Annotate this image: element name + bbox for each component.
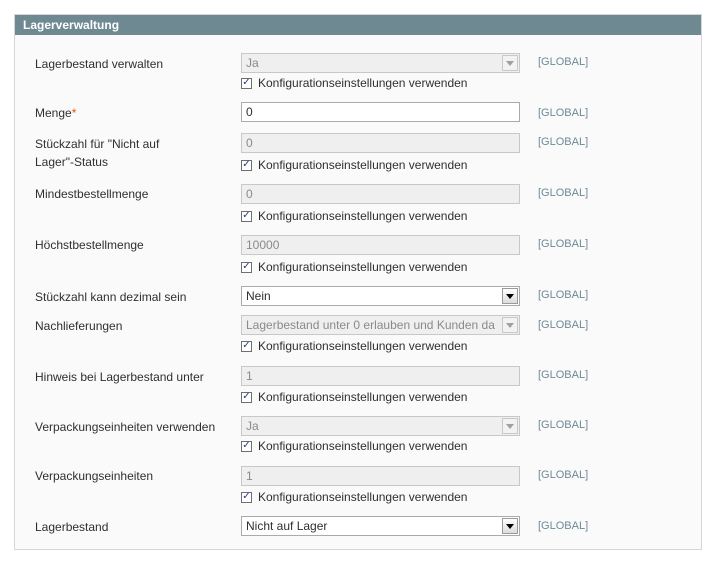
qty-label: Menge*	[35, 104, 225, 122]
qty-decimal-value: Nein	[246, 289, 271, 303]
use-config-label: Konfigurationseinstellungen verwenden	[258, 390, 468, 404]
min-sale-qty-scope: [GLOBAL]	[538, 187, 589, 199]
use-config-label: Konfigurationseinstellungen verwenden	[258, 490, 468, 504]
manage-stock-label: Lagerbestand verwalten	[35, 57, 164, 71]
manage-stock-value: Ja	[246, 56, 259, 70]
min-sale-qty-input[interactable]: 0	[241, 184, 520, 204]
backorders-use-config[interactable]: ✓ Konfigurationseinstellungen verwenden	[241, 339, 467, 353]
checkbox-checked-icon[interactable]: ✓	[241, 261, 252, 273]
notify-stock-qty-value: 1	[246, 369, 253, 383]
stock-status-scope: [GLOBAL]	[538, 520, 589, 532]
qty-increments-value: 1	[246, 469, 253, 483]
min-sale-qty-label: Mindestbestellmenge	[35, 187, 149, 201]
use-config-label: Konfigurationseinstellungen verwenden	[258, 339, 468, 353]
notify-stock-qty-use-config[interactable]: ✓ Konfigurationseinstellungen verwenden	[241, 390, 467, 404]
backorders-label: Nachlieferungen	[35, 319, 123, 333]
min-sale-qty-value: 0	[246, 187, 253, 201]
backorders-value: Lagerbestand unter 0 erlauben und Kunden…	[246, 318, 495, 332]
chevron-down-icon	[502, 518, 518, 534]
notify-stock-qty-scope: [GLOBAL]	[538, 369, 589, 381]
qty-input[interactable]: 0	[241, 102, 520, 122]
max-sale-qty-input[interactable]: 10000	[241, 235, 520, 255]
backorders-select[interactable]: Lagerbestand unter 0 erlauben und Kunden…	[241, 315, 520, 335]
notify-stock-qty-label: Hinweis bei Lagerbestand unter	[35, 370, 204, 384]
checkbox-checked-icon[interactable]: ✓	[241, 491, 252, 503]
backorders-scope: [GLOBAL]	[538, 319, 589, 331]
checkbox-checked-icon[interactable]: ✓	[241, 77, 252, 89]
out-of-stock-threshold-label: Stückzahl für "Nicht auf Lager"-Status	[35, 137, 160, 169]
enable-qty-increments-value: Ja	[246, 419, 259, 433]
use-config-label: Konfigurationseinstellungen verwenden	[258, 158, 468, 172]
use-config-label: Konfigurationseinstellungen verwenden	[258, 439, 468, 453]
max-sale-qty-scope: [GLOBAL]	[538, 238, 589, 250]
stock-status-value: Nicht auf Lager	[246, 519, 328, 533]
use-config-label: Konfigurationseinstellungen verwenden	[258, 76, 468, 90]
qty-increments-use-config[interactable]: ✓ Konfigurationseinstellungen verwenden	[241, 490, 467, 504]
out-of-stock-threshold-scope: [GLOBAL]	[538, 136, 589, 148]
enable-qty-increments-select[interactable]: Ja	[241, 416, 520, 436]
qty-increments-scope: [GLOBAL]	[538, 469, 589, 481]
qty-increments-label: Verpackungseinheiten	[35, 469, 154, 483]
qty-decimal-select[interactable]: Nein	[241, 286, 520, 306]
min-sale-qty-use-config[interactable]: ✓ Konfigurationseinstellungen verwenden	[241, 209, 467, 223]
max-sale-qty-label: Höchstbestellmenge	[35, 238, 144, 252]
notify-stock-qty-input[interactable]: 1	[241, 366, 520, 386]
out-of-stock-threshold-input[interactable]: 0	[241, 133, 520, 153]
checkbox-checked-icon[interactable]: ✓	[241, 440, 252, 452]
max-sale-qty-value: 10000	[246, 238, 280, 252]
stock-status-select[interactable]: Nicht auf Lager	[241, 516, 520, 536]
qty-decimal-label: Stückzahl kann dezimal sein	[35, 290, 187, 304]
manage-stock-use-config[interactable]: ✓ Konfigurationseinstellungen verwenden	[241, 76, 467, 90]
use-config-label: Konfigurationseinstellungen verwenden	[258, 209, 468, 223]
max-sale-qty-use-config[interactable]: ✓ Konfigurationseinstellungen verwenden	[241, 260, 467, 274]
chevron-down-icon	[502, 317, 518, 333]
checkbox-checked-icon[interactable]: ✓	[241, 159, 252, 171]
qty-decimal-scope: [GLOBAL]	[538, 289, 589, 301]
manage-stock-select[interactable]: Ja	[241, 53, 520, 73]
enable-qty-increments-use-config[interactable]: ✓ Konfigurationseinstellungen verwenden	[241, 439, 467, 453]
qty-scope: [GLOBAL]	[538, 107, 589, 119]
section-title: Lagerverwaltung	[15, 15, 701, 35]
checkbox-checked-icon[interactable]: ✓	[241, 391, 252, 403]
qty-increments-input[interactable]: 1	[241, 466, 520, 486]
chevron-down-icon	[502, 288, 518, 304]
stock-status-label: Lagerbestand	[35, 520, 109, 534]
out-of-stock-threshold-value: 0	[246, 136, 253, 150]
checkbox-checked-icon[interactable]: ✓	[241, 340, 252, 352]
checkbox-checked-icon[interactable]: ✓	[241, 210, 252, 222]
qty-label-text: Menge	[35, 106, 72, 120]
chevron-down-icon	[502, 55, 518, 71]
enable-qty-increments-label: Verpackungseinheiten verwenden	[35, 420, 216, 434]
manage-stock-scope: [GLOBAL]	[538, 56, 589, 68]
chevron-down-icon	[502, 418, 518, 434]
inventory-panel: Lagerverwaltung Lagerbestand verwalten J…	[14, 14, 702, 550]
required-asterisk: *	[71, 106, 77, 120]
enable-qty-increments-scope: [GLOBAL]	[538, 419, 589, 431]
use-config-label: Konfigurationseinstellungen verwenden	[258, 260, 468, 274]
out-of-stock-threshold-use-config[interactable]: ✓ Konfigurationseinstellungen verwenden	[241, 158, 467, 172]
qty-value: 0	[246, 105, 253, 119]
